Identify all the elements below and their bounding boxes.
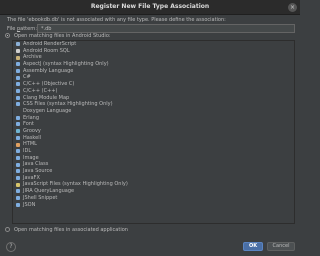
file-type-label: Haskell <box>23 134 42 141</box>
file-type-label: Android Room SQL <box>23 47 70 54</box>
file-type-item[interactable]: Clang Module Map <box>13 95 294 102</box>
file-type-item[interactable]: HTML <box>13 141 294 148</box>
file-type-label: HTML <box>23 141 37 148</box>
close-icon[interactable]: × <box>288 3 297 12</box>
file-type-item[interactable]: IDL <box>13 148 294 155</box>
image-icon <box>16 155 20 160</box>
option-associated-app-label: Open matching files in associated applic… <box>14 227 128 233</box>
groovy-icon <box>16 129 20 134</box>
aspectj-icon <box>16 62 20 67</box>
file-type-item[interactable]: AspectJ (syntax Highlighting Only) <box>13 61 294 68</box>
file-type-label: Erlang <box>23 114 40 121</box>
objc-icon <box>16 82 20 87</box>
register-file-type-dialog: Register New File Type Association × The… <box>0 0 300 256</box>
radio-associated-app[interactable] <box>5 227 10 232</box>
option-android-studio-label: Open matching files in Android Studio: <box>14 33 111 39</box>
jira-icon <box>16 189 20 194</box>
file-type-item[interactable]: JavaScript Files (syntax Highlighting On… <box>13 181 294 188</box>
file-type-label: JShell Snippet <box>23 194 58 201</box>
json-icon <box>16 202 20 207</box>
javascript-icon <box>16 182 20 187</box>
file-type-label: Java Source <box>23 168 53 175</box>
clang-icon <box>16 95 20 100</box>
file-type-label: JavaFX <box>23 174 40 181</box>
file-type-item[interactable]: C/C++ (Objective C) <box>13 81 294 88</box>
file-type-item[interactable]: Font <box>13 121 294 128</box>
idl-icon <box>16 149 20 154</box>
ok-button[interactable]: OK <box>243 242 263 251</box>
file-type-label: AspectJ (syntax Highlighting Only) <box>23 61 109 68</box>
file-type-label: Archive <box>23 54 42 61</box>
cpp-icon <box>16 89 20 93</box>
file-type-item[interactable]: Java Class <box>13 161 294 168</box>
haskell-icon <box>16 135 20 140</box>
file-type-item[interactable]: C/C++ (C++) <box>13 88 294 95</box>
file-type-label: IDL <box>23 148 32 154</box>
csharp-icon <box>16 75 20 80</box>
file-type-label: Font <box>23 121 34 128</box>
erlang-icon <box>16 115 20 120</box>
file-type-item[interactable]: JSON <box>13 202 294 209</box>
cancel-button[interactable]: Cancel <box>267 242 295 251</box>
file-type-item[interactable]: Java Source <box>13 168 294 175</box>
file-type-label: JSON <box>23 201 36 208</box>
file-type-label: Assembly Language <box>23 67 74 74</box>
css-icon <box>16 102 20 107</box>
renderscript-icon <box>16 42 20 47</box>
java-source-icon <box>16 169 20 174</box>
file-type-label: JavaScript Files (syntax Highlighting On… <box>23 181 128 188</box>
file-type-item[interactable]: Haskell <box>13 135 294 142</box>
file-type-item[interactable]: Doxygen Language <box>13 108 294 115</box>
option-associated-app[interactable]: Open matching files in associated applic… <box>5 226 295 234</box>
file-type-item[interactable]: Groovy <box>13 128 294 135</box>
font-icon <box>16 122 20 127</box>
jshell-icon <box>16 196 20 200</box>
file-type-item[interactable]: Android RenderScript <box>13 41 294 48</box>
dialog-title: Register New File Type Association <box>90 3 210 10</box>
file-type-label: Image <box>23 154 39 161</box>
file-type-label: Java Class <box>23 161 49 168</box>
file-type-item[interactable]: Android Room SQL <box>13 48 294 55</box>
help-button[interactable]: ? <box>6 242 16 252</box>
option-android-studio[interactable]: Open matching files in Android Studio: <box>5 32 295 40</box>
file-type-item[interactable]: JIRA QueryLanguage <box>13 188 294 195</box>
file-type-item[interactable]: CSS Files (syntax Highlighting Only) <box>13 101 294 108</box>
file-type-item[interactable]: JShell Snippet <box>13 195 294 202</box>
file-type-label: Clang Module Map <box>23 94 70 101</box>
archive-icon <box>16 55 20 60</box>
association-message: The file 'ebookdb.db' is not associated … <box>7 17 226 23</box>
file-type-label: C/C++ (C++) <box>23 87 58 94</box>
html-icon <box>16 142 20 147</box>
file-type-item[interactable]: Assembly Language <box>13 68 294 75</box>
file-type-item[interactable]: Image <box>13 155 294 162</box>
doxygen-icon <box>16 109 20 114</box>
file-type-label: C# <box>23 74 31 81</box>
file-type-label: C/C++ (Objective C) <box>23 81 75 88</box>
room-sql-icon <box>16 48 20 53</box>
dialog-footer: ? OK Cancel <box>0 238 300 256</box>
radio-android-studio[interactable] <box>5 33 10 38</box>
file-type-label: Groovy <box>23 127 41 134</box>
file-type-item[interactable]: JavaFX <box>13 175 294 182</box>
file-type-list[interactable]: Android RenderScript Android Room SQL Arch… <box>12 40 295 224</box>
file-type-item[interactable]: C# <box>13 74 294 81</box>
title-bar: Register New File Type Association × <box>0 0 300 15</box>
file-type-label: JIRA QueryLanguage <box>23 188 75 195</box>
javafx-icon <box>16 175 20 180</box>
java-class-icon <box>16 162 20 167</box>
file-type-label: Android RenderScript <box>23 41 77 47</box>
file-type-label: Doxygen Language <box>23 107 72 114</box>
file-type-item[interactable]: Erlang <box>13 115 294 122</box>
assembly-icon <box>16 68 20 73</box>
file-type-item[interactable]: Archive <box>13 54 294 61</box>
file-type-label: CSS Files (syntax Highlighting Only) <box>23 101 113 108</box>
